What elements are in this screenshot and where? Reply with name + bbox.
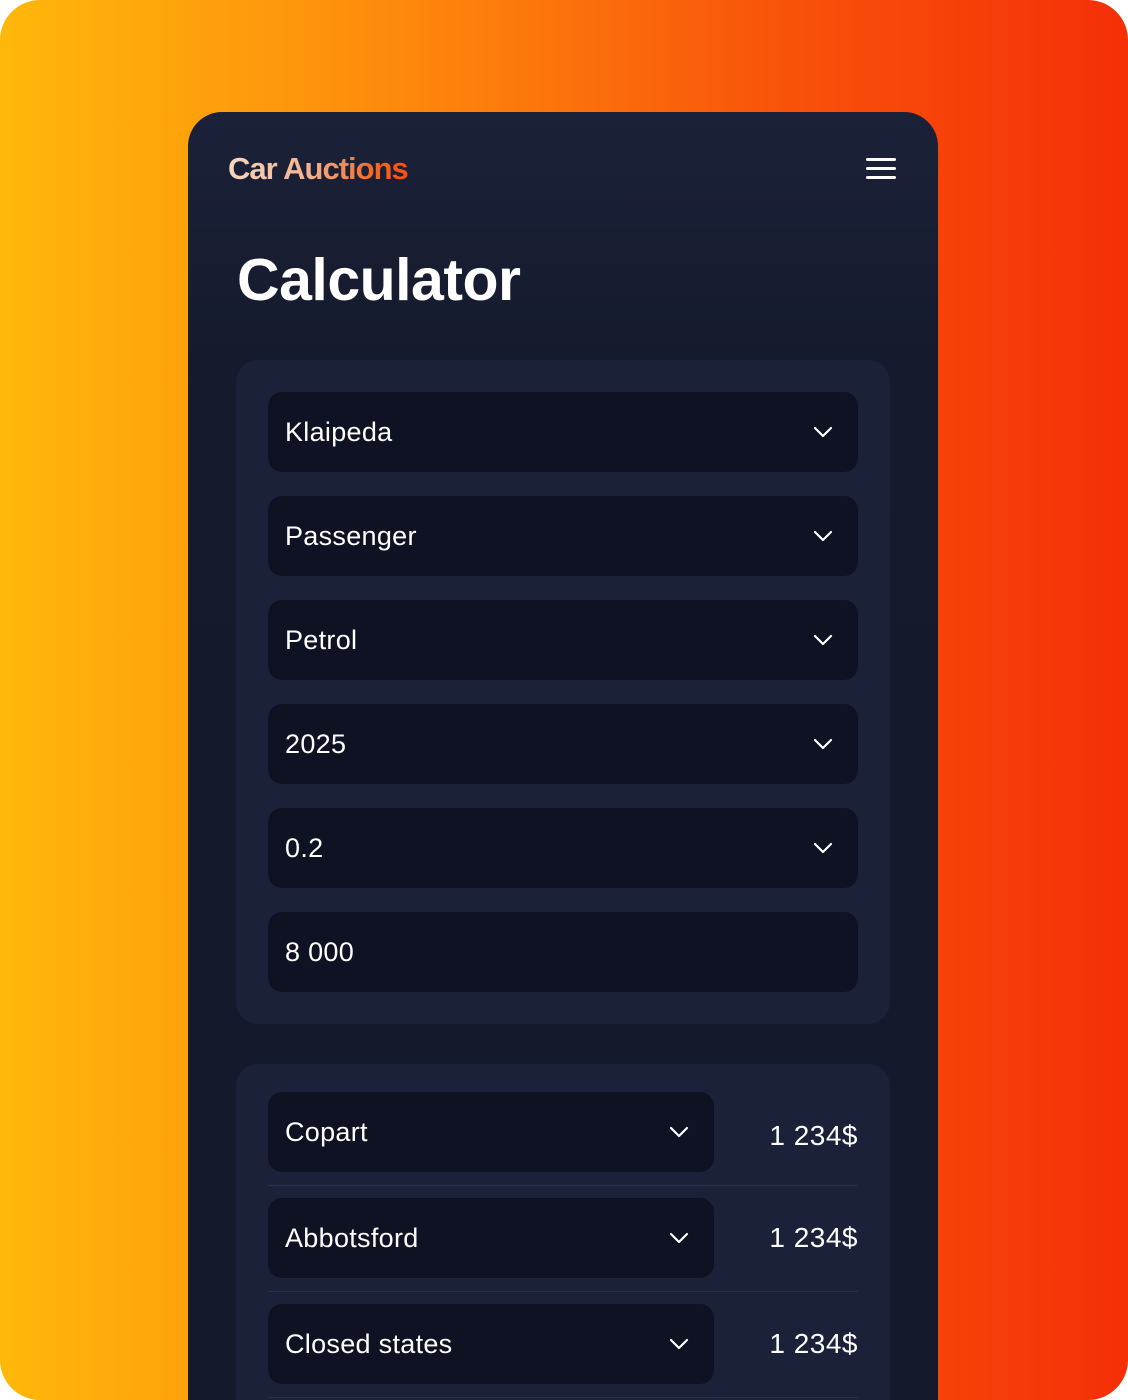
states-select[interactable]: Closed states [268,1304,714,1384]
row-divider [268,1185,858,1186]
menu-line [866,158,896,161]
port-select-value: Klaipeda [285,417,393,447]
chevron-down-icon [813,842,833,854]
year-select[interactable]: 2025 [268,704,858,784]
engine-volume-select[interactable]: 0.2 [268,808,858,888]
states-select-value: Closed states [285,1329,453,1359]
logo[interactable]: Car Auctions [228,148,409,190]
chevron-down-icon [669,1126,689,1138]
chevron-down-icon [813,530,833,542]
fuel-select-value: Petrol [285,625,358,655]
costs-card: Copart 1 234$ Abbotsford 1 234$ Closed s… [236,1064,890,1400]
chevron-down-icon [813,426,833,438]
vehicle-type-select-value: Passenger [285,521,417,551]
price-input-value: 8 000 [285,937,355,967]
chevron-down-icon [669,1338,689,1350]
chevron-down-icon [813,634,833,646]
hamburger-menu-icon[interactable] [864,152,898,186]
row-divider [268,1397,858,1398]
chevron-down-icon [669,1232,689,1244]
top-bar: Car Auctions [228,148,898,194]
auction-select-value: Copart [285,1117,368,1147]
page-title: Calculator [237,247,521,313]
auction-select[interactable]: Copart [268,1092,714,1172]
engine-volume-select-value: 0.2 [285,833,324,863]
row-divider [268,1291,858,1292]
cost-row-states: Closed states 1 234$ [268,1304,858,1384]
location-fee-amount: 1 234$ [769,1222,858,1253]
chevron-down-icon [813,738,833,750]
port-select[interactable]: Klaipeda [268,392,858,472]
location-select-value: Abbotsford [285,1223,419,1253]
cost-row-location: Abbotsford 1 234$ [268,1198,858,1278]
calculator-form-card: Klaipeda Passenger Petrol 2025 0.2 8 000 [236,360,890,1024]
app-background: Car Auctions Calculator Klaipeda Passeng… [0,0,1128,1400]
menu-line [866,176,896,179]
vehicle-type-select[interactable]: Passenger [268,496,858,576]
cost-row-auction: Copart 1 234$ [268,1092,858,1172]
menu-line [866,167,896,170]
price-input[interactable]: 8 000 [268,912,858,992]
states-fee-amount: 1 234$ [769,1328,858,1359]
app-screen: Car Auctions Calculator Klaipeda Passeng… [188,112,938,1400]
fuel-select[interactable]: Petrol [268,600,858,680]
year-select-value: 2025 [285,729,347,759]
auction-fee-amount: 1 234$ [769,1120,858,1151]
location-select[interactable]: Abbotsford [268,1198,714,1278]
